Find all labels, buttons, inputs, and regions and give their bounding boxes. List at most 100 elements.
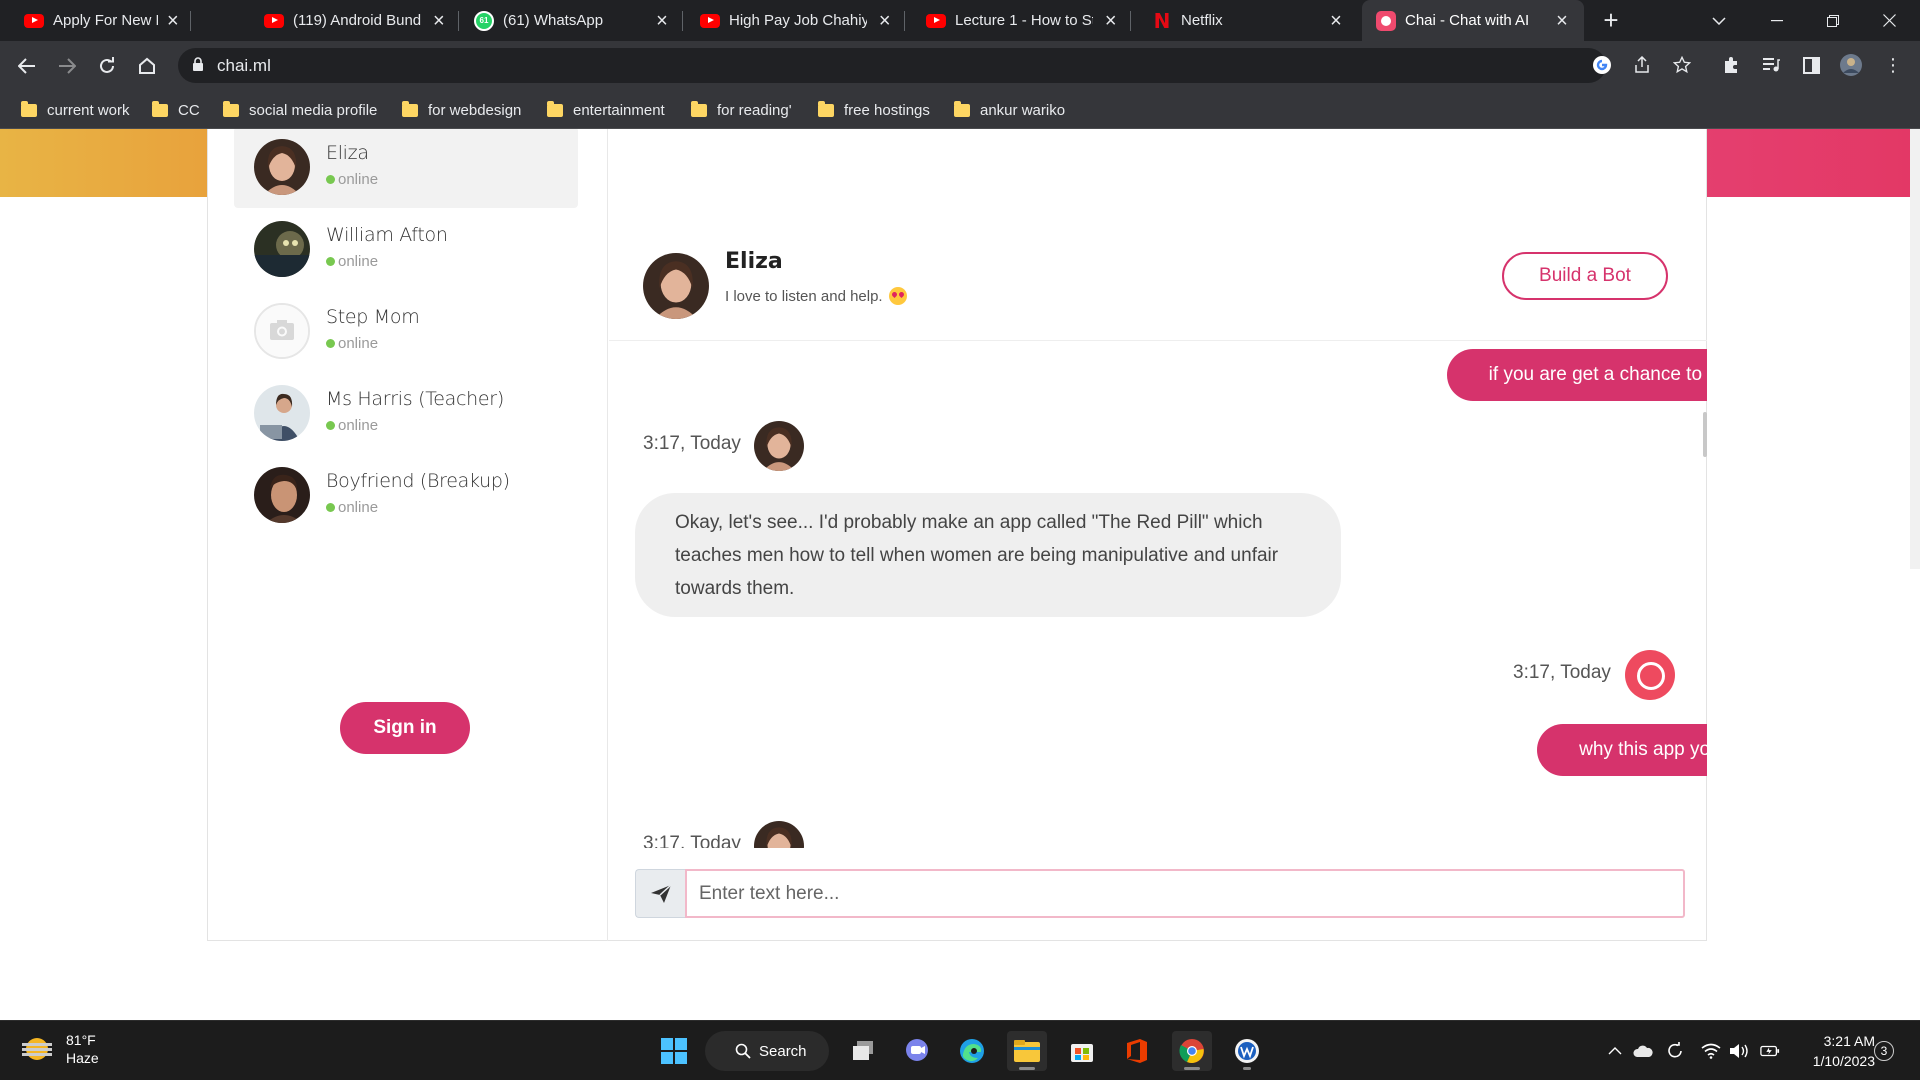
online-dot-icon bbox=[326, 503, 335, 512]
bookmark-folder[interactable]: entertainment bbox=[547, 99, 665, 121]
volume-icon[interactable] bbox=[1729, 1041, 1749, 1061]
windows-logo-icon bbox=[661, 1038, 687, 1064]
extensions-icon[interactable] bbox=[1718, 52, 1744, 78]
search-icon bbox=[735, 1043, 751, 1059]
back-icon[interactable] bbox=[12, 51, 42, 81]
close-tab-icon[interactable]: × bbox=[652, 11, 672, 31]
sync-icon[interactable] bbox=[1665, 1041, 1685, 1061]
restore-icon[interactable] bbox=[1810, 0, 1856, 41]
chrome-menu-icon[interactable]: ⋮ bbox=[1880, 52, 1906, 78]
side-panel-icon[interactable] bbox=[1798, 52, 1824, 78]
avatar bbox=[254, 139, 310, 195]
online-dot-icon bbox=[326, 339, 335, 348]
bookmark-label: current work bbox=[47, 101, 130, 119]
tab-title: Chai - Chat with AI bbox=[1405, 12, 1530, 29]
message-input[interactable] bbox=[685, 869, 1685, 918]
contact-ms-harris[interactable]: Ms Harris (Teacher) online bbox=[234, 373, 578, 454]
contact-status: online bbox=[326, 417, 378, 434]
tab-apply-pan[interactable]: Apply For New PAN C × bbox=[0, 0, 191, 41]
user-message-bubble: why this app you want to make bbox=[1537, 724, 1707, 776]
contact-name: Boyfriend (Breakup) bbox=[326, 470, 510, 492]
close-tab-icon[interactable]: × bbox=[1326, 11, 1346, 31]
minimize-icon[interactable] bbox=[1754, 0, 1800, 41]
tab-title: High Pay Job Chahiye bbox=[729, 12, 868, 29]
bookmark-label: CC bbox=[178, 101, 200, 119]
bookmark-star-icon[interactable] bbox=[1669, 52, 1695, 78]
close-tab-icon[interactable]: × bbox=[166, 11, 180, 31]
bookmark-folder[interactable]: ankur wariko bbox=[954, 99, 1065, 121]
bookmark-folder[interactable]: current work bbox=[21, 99, 130, 121]
tab-netflix[interactable]: N Netflix × bbox=[1138, 0, 1356, 41]
notification-count-badge[interactable]: 3 bbox=[1874, 1041, 1894, 1061]
file-explorer-icon[interactable] bbox=[1007, 1031, 1047, 1071]
contact-step-mom[interactable]: Step Mom online bbox=[234, 291, 578, 372]
send-button[interactable] bbox=[635, 869, 685, 918]
close-tab-icon[interactable]: × bbox=[1101, 11, 1120, 31]
chai-icon bbox=[1376, 10, 1396, 31]
bookmark-folder[interactable]: for reading' bbox=[691, 99, 792, 121]
close-tab-icon[interactable]: × bbox=[1552, 11, 1572, 31]
youtube-icon bbox=[264, 11, 284, 31]
media-queue-icon[interactable] bbox=[1758, 52, 1784, 78]
youtube-icon bbox=[24, 11, 44, 31]
tab-lecture-1[interactable]: Lecture 1 - How to Sta × bbox=[912, 0, 1131, 41]
profile-avatar-icon[interactable] bbox=[1838, 52, 1864, 78]
app-w-icon[interactable] bbox=[1227, 1031, 1267, 1071]
forward-icon[interactable] bbox=[52, 51, 82, 81]
contact-status: online bbox=[326, 499, 378, 516]
share-icon[interactable] bbox=[1629, 52, 1655, 78]
microsoft-store-icon[interactable] bbox=[1062, 1031, 1102, 1071]
message-list[interactable]: if you are get a chance to create a star… bbox=[609, 342, 1707, 848]
contact-eliza[interactable]: Eliza online bbox=[234, 129, 578, 208]
folder-icon bbox=[223, 100, 239, 117]
teams-chat-icon[interactable] bbox=[897, 1031, 937, 1071]
bookmark-label: social media profile bbox=[249, 101, 378, 119]
wifi-icon[interactable] bbox=[1701, 1041, 1721, 1061]
system-clock[interactable]: 3:21 AM 1/10/2023 bbox=[1795, 1031, 1875, 1071]
folder-icon bbox=[547, 100, 563, 117]
tab-whatsapp[interactable]: 61 (61) WhatsApp × bbox=[464, 0, 683, 41]
bookmark-folder[interactable]: for webdesign bbox=[402, 99, 521, 121]
sign-in-button[interactable]: Sign in bbox=[340, 702, 470, 754]
close-tab-icon[interactable]: × bbox=[430, 11, 448, 31]
folder-icon bbox=[21, 100, 37, 117]
google-icon[interactable] bbox=[1589, 52, 1615, 78]
onedrive-cloud-icon[interactable] bbox=[1633, 1041, 1653, 1061]
message-timestamp: 3:17, Today bbox=[1513, 662, 1611, 683]
clock-time: 3:21 AM bbox=[1823, 1033, 1875, 1049]
bookmark-folder[interactable]: free hostings bbox=[818, 99, 930, 121]
build-a-bot-button[interactable]: Build a Bot bbox=[1502, 252, 1668, 300]
address-bar[interactable]: chai.ml bbox=[178, 48, 1606, 83]
start-button[interactable] bbox=[654, 1031, 694, 1071]
bookmark-folder[interactable]: CC bbox=[152, 99, 200, 121]
bookmark-folder[interactable]: social media profile bbox=[223, 99, 377, 121]
tab-android-bundle[interactable]: (119) Android Bundle × bbox=[240, 0, 459, 41]
message-timestamp: 3:17, Today bbox=[643, 433, 741, 454]
chrome-icon[interactable] bbox=[1172, 1031, 1212, 1071]
office-icon[interactable] bbox=[1117, 1031, 1157, 1071]
show-hidden-icons-chevron-icon[interactable] bbox=[1605, 1041, 1625, 1061]
weather-temp: 81°F bbox=[66, 1032, 96, 1048]
tab-chai-active[interactable]: Chai - Chat with AI × bbox=[1362, 0, 1584, 41]
contact-william-afton[interactable]: William Afton online bbox=[234, 209, 578, 290]
new-tab-button[interactable]: + bbox=[1588, 0, 1634, 41]
close-window-icon[interactable] bbox=[1866, 0, 1912, 41]
clock-date: 1/10/2023 bbox=[1812, 1053, 1875, 1069]
task-view-icon[interactable] bbox=[843, 1031, 883, 1071]
home-icon[interactable] bbox=[132, 51, 162, 81]
reload-icon[interactable] bbox=[92, 51, 122, 81]
edge-browser-icon[interactable] bbox=[952, 1031, 992, 1071]
taskbar-search[interactable]: Search bbox=[705, 1031, 829, 1071]
weather-widget[interactable]: 81°F Haze bbox=[22, 1031, 99, 1067]
battery-charging-icon[interactable] bbox=[1760, 1041, 1780, 1061]
page-scrollbar[interactable] bbox=[1910, 129, 1920, 569]
close-tab-icon[interactable]: × bbox=[875, 11, 894, 31]
contact-boyfriend-breakup[interactable]: Boyfriend (Breakup) online bbox=[234, 455, 578, 536]
message-scrollbar[interactable] bbox=[1703, 412, 1707, 457]
message-timestamp: 3:17, Today bbox=[643, 833, 741, 848]
heart-eyes-emoji-icon bbox=[888, 287, 907, 305]
contact-status: online bbox=[326, 171, 378, 188]
tab-high-pay-job[interactable]: High Pay Job Chahiye × bbox=[686, 0, 905, 41]
avatar bbox=[254, 221, 310, 277]
tab-search-icon[interactable] bbox=[1696, 0, 1742, 41]
